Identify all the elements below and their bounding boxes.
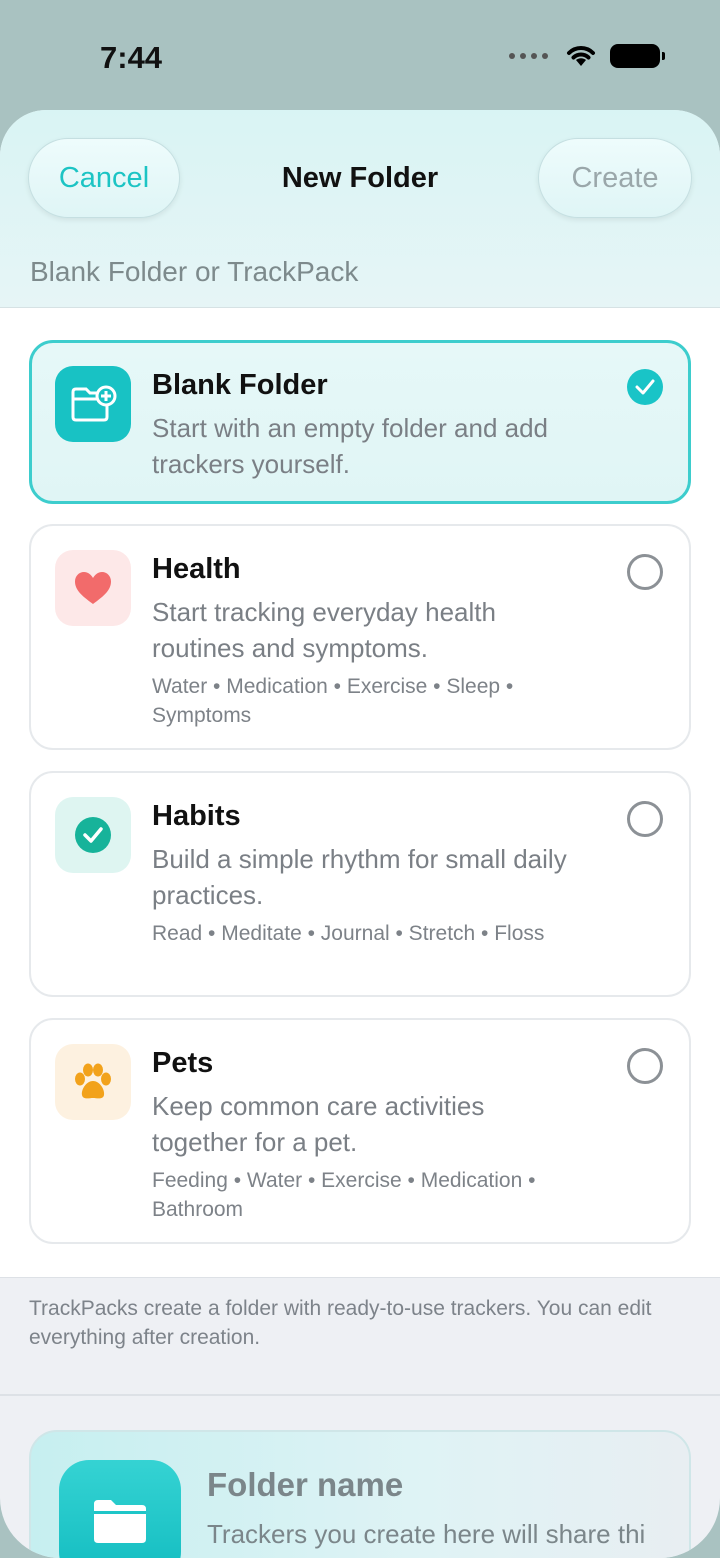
checkmark-circle-icon xyxy=(55,797,131,873)
heart-icon xyxy=(55,550,131,626)
option-tags: Feeding • Water • Exercise • Medication … xyxy=(152,1169,536,1221)
divider xyxy=(0,1394,720,1396)
option-description: Start tracking everyday health routines … xyxy=(152,597,496,663)
create-button[interactable]: Create xyxy=(538,138,692,218)
option-title: Pets xyxy=(152,1047,214,1079)
option-description: Build a simple rhythm for small daily pr… xyxy=(152,844,567,910)
option-pets[interactable]: Pets Keep common care activities togethe… xyxy=(29,1018,691,1244)
option-tags: Read • Meditate • Journal • Stretch • Fl… xyxy=(152,922,545,945)
option-habits[interactable]: Habits Build a simple rhythm for small d… xyxy=(29,771,691,997)
folder-plus-icon xyxy=(55,366,131,442)
option-title: Habits xyxy=(152,800,241,832)
battery-icon xyxy=(610,44,665,68)
signal-dots-icon xyxy=(509,53,548,59)
option-title: Blank Folder xyxy=(152,369,328,401)
folder-name-card[interactable]: Folder name Trackers you create here wil… xyxy=(29,1430,691,1558)
sheet-header: Cancel New Folder Create Blank Folder or… xyxy=(0,110,720,308)
option-health[interactable]: Health Start tracking everyday health ro… xyxy=(29,524,691,750)
wifi-icon xyxy=(567,46,595,66)
new-folder-sheet: Cancel New Folder Create Blank Folder or… xyxy=(0,110,720,1558)
radio-unselected-icon[interactable] xyxy=(627,554,663,590)
status-icons xyxy=(509,44,665,68)
status-bar: 7:44 xyxy=(0,0,720,112)
radio-unselected-icon[interactable] xyxy=(627,801,663,837)
option-description: Keep common care activities together for… xyxy=(152,1091,485,1157)
option-blank-folder[interactable]: Blank Folder Start with an empty folder … xyxy=(29,340,691,504)
option-tags: Water • Medication • Exercise • Sleep • … xyxy=(152,675,514,727)
folder-icon xyxy=(59,1460,181,1558)
radio-unselected-icon[interactable] xyxy=(627,1048,663,1084)
section-label: Blank Folder or TrackPack xyxy=(30,256,359,287)
folder-name-subtitle: Trackers you create here will share thi xyxy=(207,1519,646,1549)
option-title: Health xyxy=(152,553,241,585)
option-description: Start with an empty folder and add track… xyxy=(152,413,549,479)
options-list: Blank Folder Start with an empty folder … xyxy=(0,308,720,1278)
trackpacks-footer-note: TrackPacks create a folder with ready-to… xyxy=(29,1297,652,1349)
folder-name-title: Folder name xyxy=(207,1466,404,1503)
status-time: 7:44 xyxy=(100,40,163,75)
paw-icon xyxy=(55,1044,131,1120)
radio-selected-icon[interactable] xyxy=(627,369,663,405)
